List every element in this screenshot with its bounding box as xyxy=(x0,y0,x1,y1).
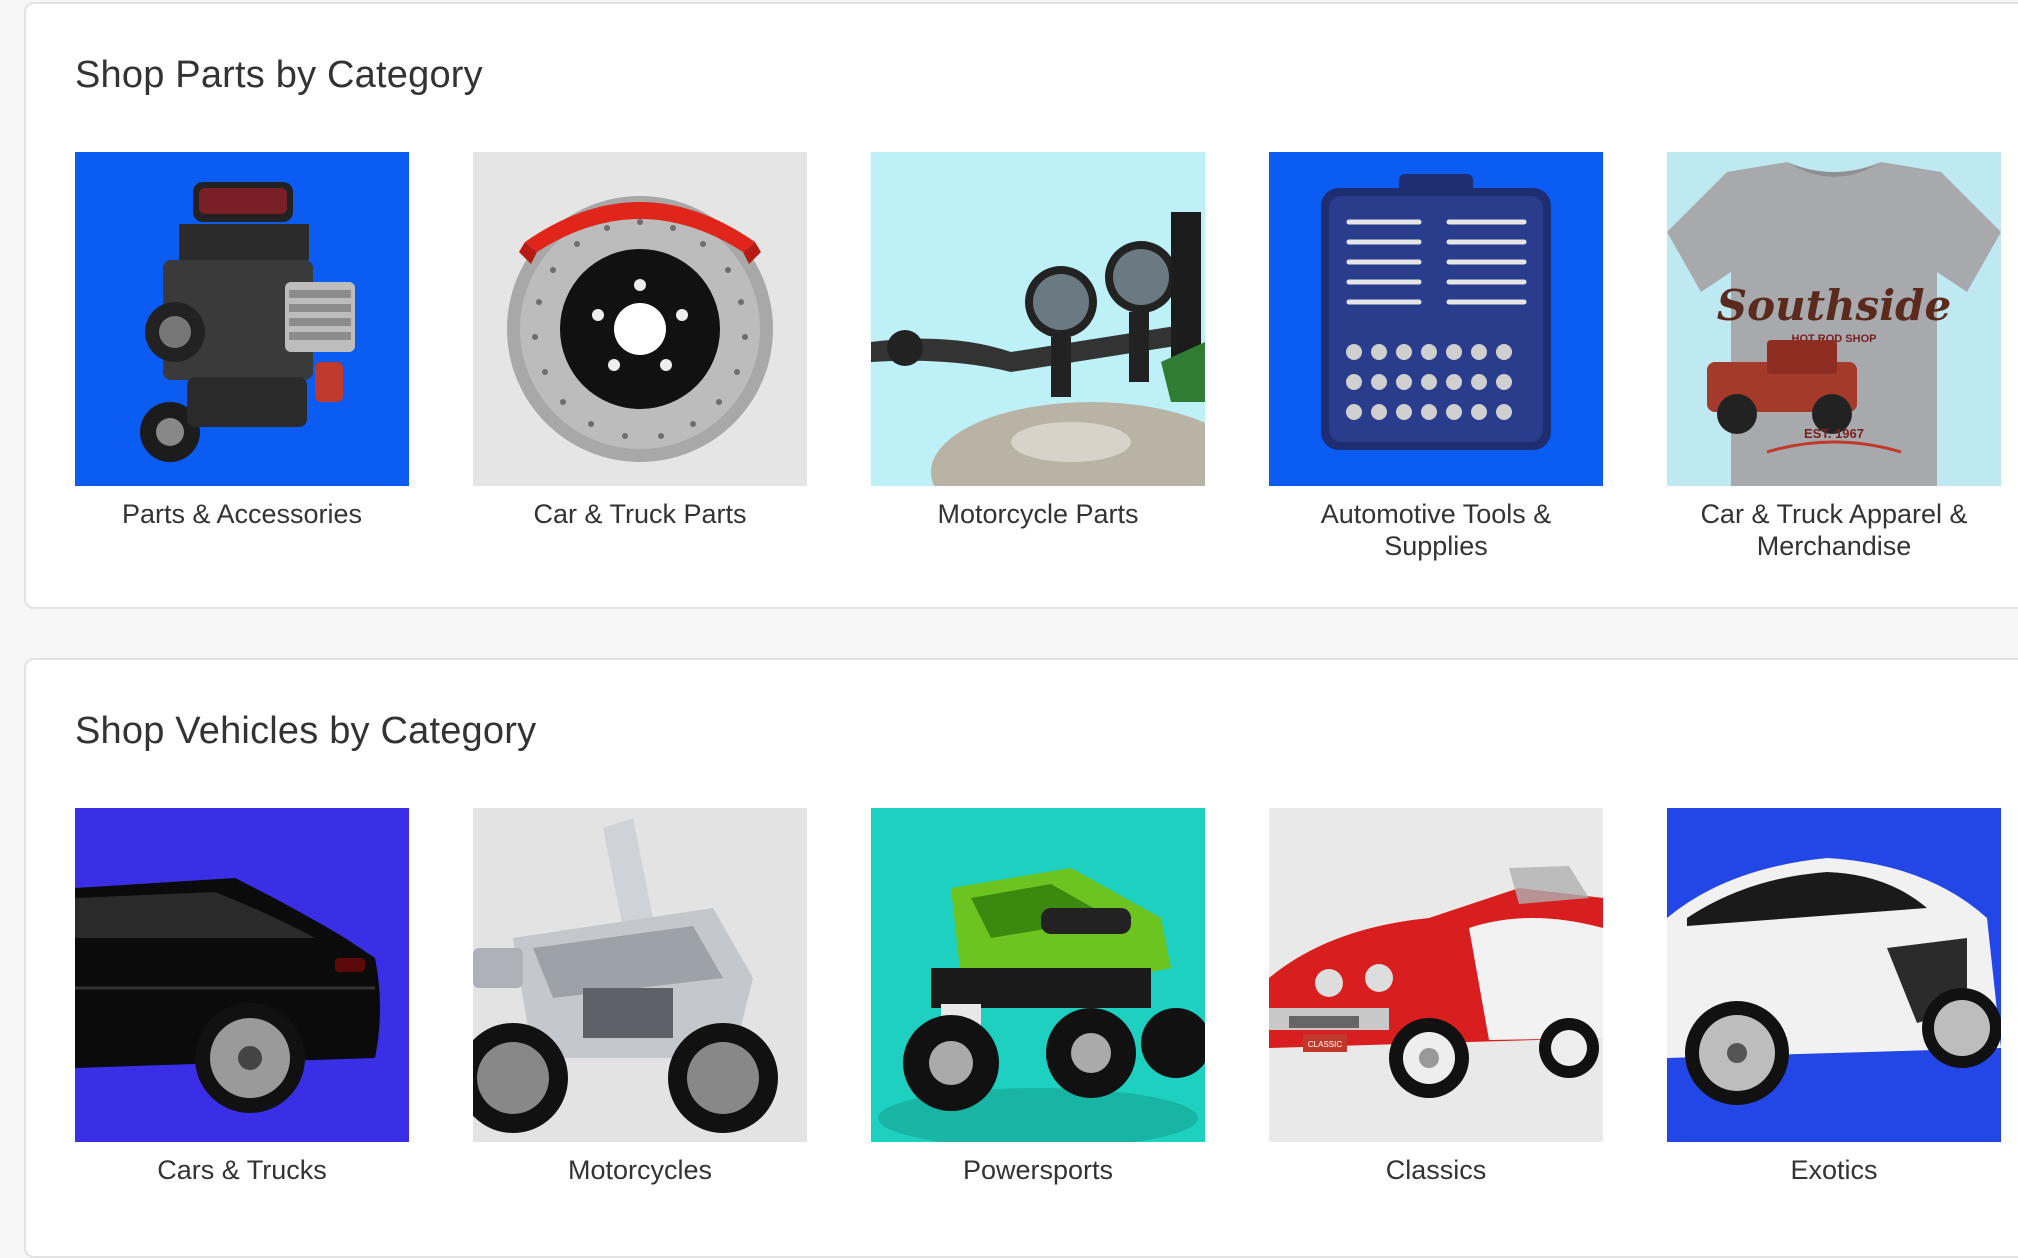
category-tile-classics[interactable]: CLASSIC Classics xyxy=(1269,808,1603,1186)
toolbox-icon xyxy=(1269,152,1603,486)
category-image-parts-accessories[interactable] xyxy=(75,152,409,486)
sports-car-icon xyxy=(1667,808,2001,1142)
shop-parts-card: Shop Parts by Category Parts & Accessori… xyxy=(24,2,2018,609)
category-label[interactable]: Classics xyxy=(1269,1154,1603,1186)
category-image-exotics[interactable] xyxy=(1667,808,2001,1142)
sedan-icon xyxy=(75,808,409,1142)
category-image-car-truck-parts[interactable] xyxy=(473,152,807,486)
engine-icon xyxy=(75,152,409,486)
category-image-motorcycle-parts[interactable] xyxy=(871,152,1205,486)
category-image-cars-trucks[interactable] xyxy=(75,808,409,1142)
category-label[interactable]: Powersports xyxy=(871,1154,1205,1186)
category-tile-exotics[interactable]: Exotics xyxy=(1667,808,2001,1186)
category-label[interactable]: Motorcycle Parts xyxy=(871,498,1205,530)
brake-disc-icon xyxy=(473,152,807,486)
category-label[interactable]: Automotive Tools & Supplies xyxy=(1269,498,1603,562)
shop-vehicles-card: Shop Vehicles by Category Cars & Trucks xyxy=(24,658,2018,1258)
atv-icon xyxy=(871,808,1205,1142)
category-tile-automotive-tools[interactable]: Automotive Tools & Supplies xyxy=(1269,152,1603,562)
category-label[interactable]: Cars & Trucks xyxy=(75,1154,409,1186)
section-title-vehicles: Shop Vehicles by Category xyxy=(75,710,537,752)
classic-car-icon: CLASSIC xyxy=(1269,808,1603,1142)
category-label[interactable]: Motorcycles xyxy=(473,1154,807,1186)
category-tile-parts-accessories[interactable]: Parts & Accessories xyxy=(75,152,409,530)
category-tile-cars-trucks[interactable]: Cars & Trucks xyxy=(75,808,409,1186)
category-tile-motorcycles[interactable]: Motorcycles xyxy=(473,808,807,1186)
tshirt-print-title: Southside xyxy=(1717,281,1952,330)
category-label[interactable]: Parts & Accessories xyxy=(75,498,409,530)
category-tile-motorcycle-parts[interactable]: Motorcycle Parts xyxy=(871,152,1205,530)
parts-category-list: Parts & Accessories Car & Truck Parts Mo… xyxy=(75,152,2018,572)
motorcycle-icon xyxy=(473,808,807,1142)
license-plate-text: CLASSIC xyxy=(1308,1040,1342,1049)
category-label[interactable]: Exotics xyxy=(1667,1154,2001,1186)
category-label[interactable]: Car & Truck Apparel & Merchandise xyxy=(1667,498,2001,562)
category-tile-apparel-merchandise[interactable]: Southside HOT ROD SHOP EST. 1967 Car & T… xyxy=(1667,152,2001,562)
category-image-powersports[interactable] xyxy=(871,808,1205,1142)
category-image-motorcycles[interactable] xyxy=(473,808,807,1142)
category-label[interactable]: Car & Truck Parts xyxy=(473,498,807,530)
motorcycle-gauges-icon xyxy=(871,152,1205,486)
tshirt-print-year: EST. 1967 xyxy=(1804,426,1864,441)
category-tile-car-truck-parts[interactable]: Car & Truck Parts xyxy=(473,152,807,530)
category-tile-powersports[interactable]: Powersports xyxy=(871,808,1205,1186)
tshirt-icon: Southside HOT ROD SHOP EST. 1967 xyxy=(1667,152,2001,486)
vehicles-category-list: Cars & Trucks Motorcycles Powersports CL… xyxy=(75,808,2018,1228)
category-image-apparel-merchandise[interactable]: Southside HOT ROD SHOP EST. 1967 xyxy=(1667,152,2001,486)
category-image-automotive-tools[interactable] xyxy=(1269,152,1603,486)
category-image-classics[interactable]: CLASSIC xyxy=(1269,808,1603,1142)
section-title-parts: Shop Parts by Category xyxy=(75,54,483,96)
